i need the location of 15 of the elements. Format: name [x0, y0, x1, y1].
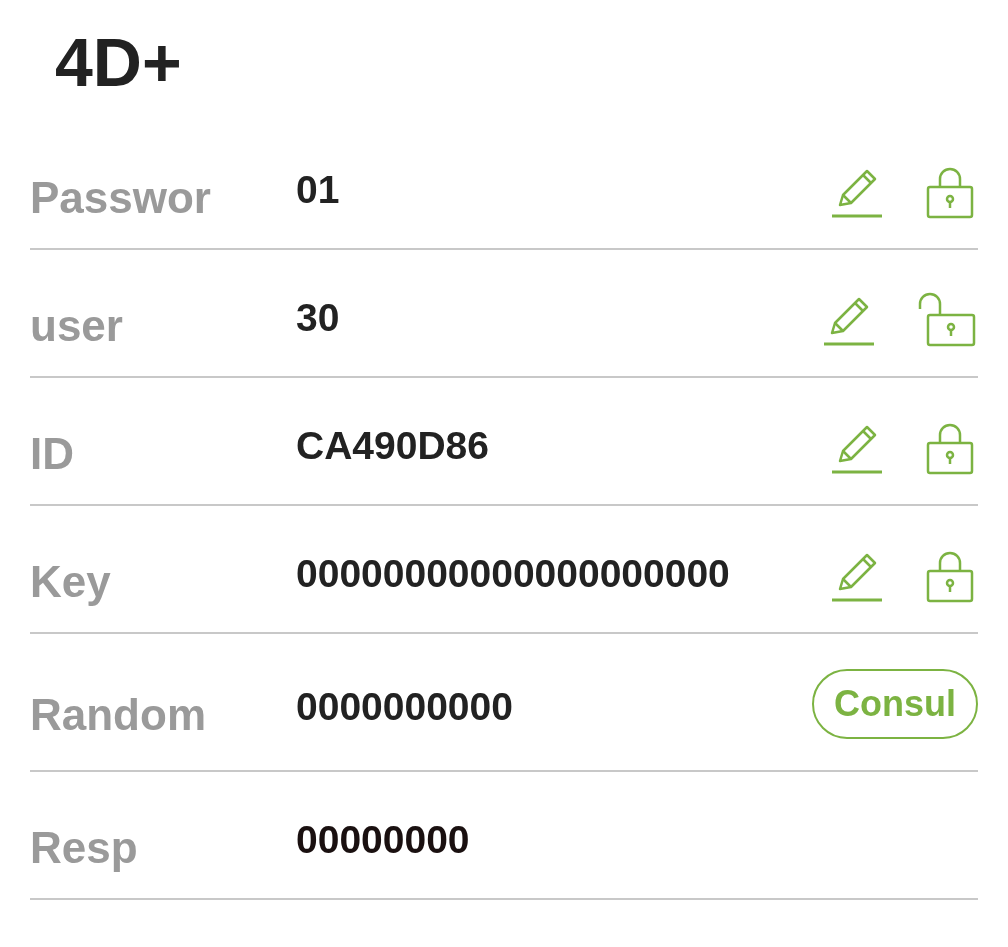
field-value: 0000000000 [296, 685, 514, 729]
field-label: user [30, 301, 124, 351]
field-label: ID [30, 429, 75, 479]
field-label: Random [30, 690, 207, 740]
field-label: Resp [30, 823, 139, 873]
field-label: Passwor [30, 173, 212, 223]
query-button[interactable]: Consul [812, 669, 978, 739]
app-title: 4D+ [55, 23, 182, 102]
open-padlock-icon[interactable] [916, 291, 978, 349]
field-value: 01 [296, 168, 341, 212]
field-label: Key [30, 557, 112, 607]
field-value: CA490D86 [296, 424, 490, 468]
field-value: 00000000000000000000 [296, 552, 731, 596]
field-value: 00000000 [296, 818, 471, 862]
field-value: 30 [296, 296, 341, 340]
